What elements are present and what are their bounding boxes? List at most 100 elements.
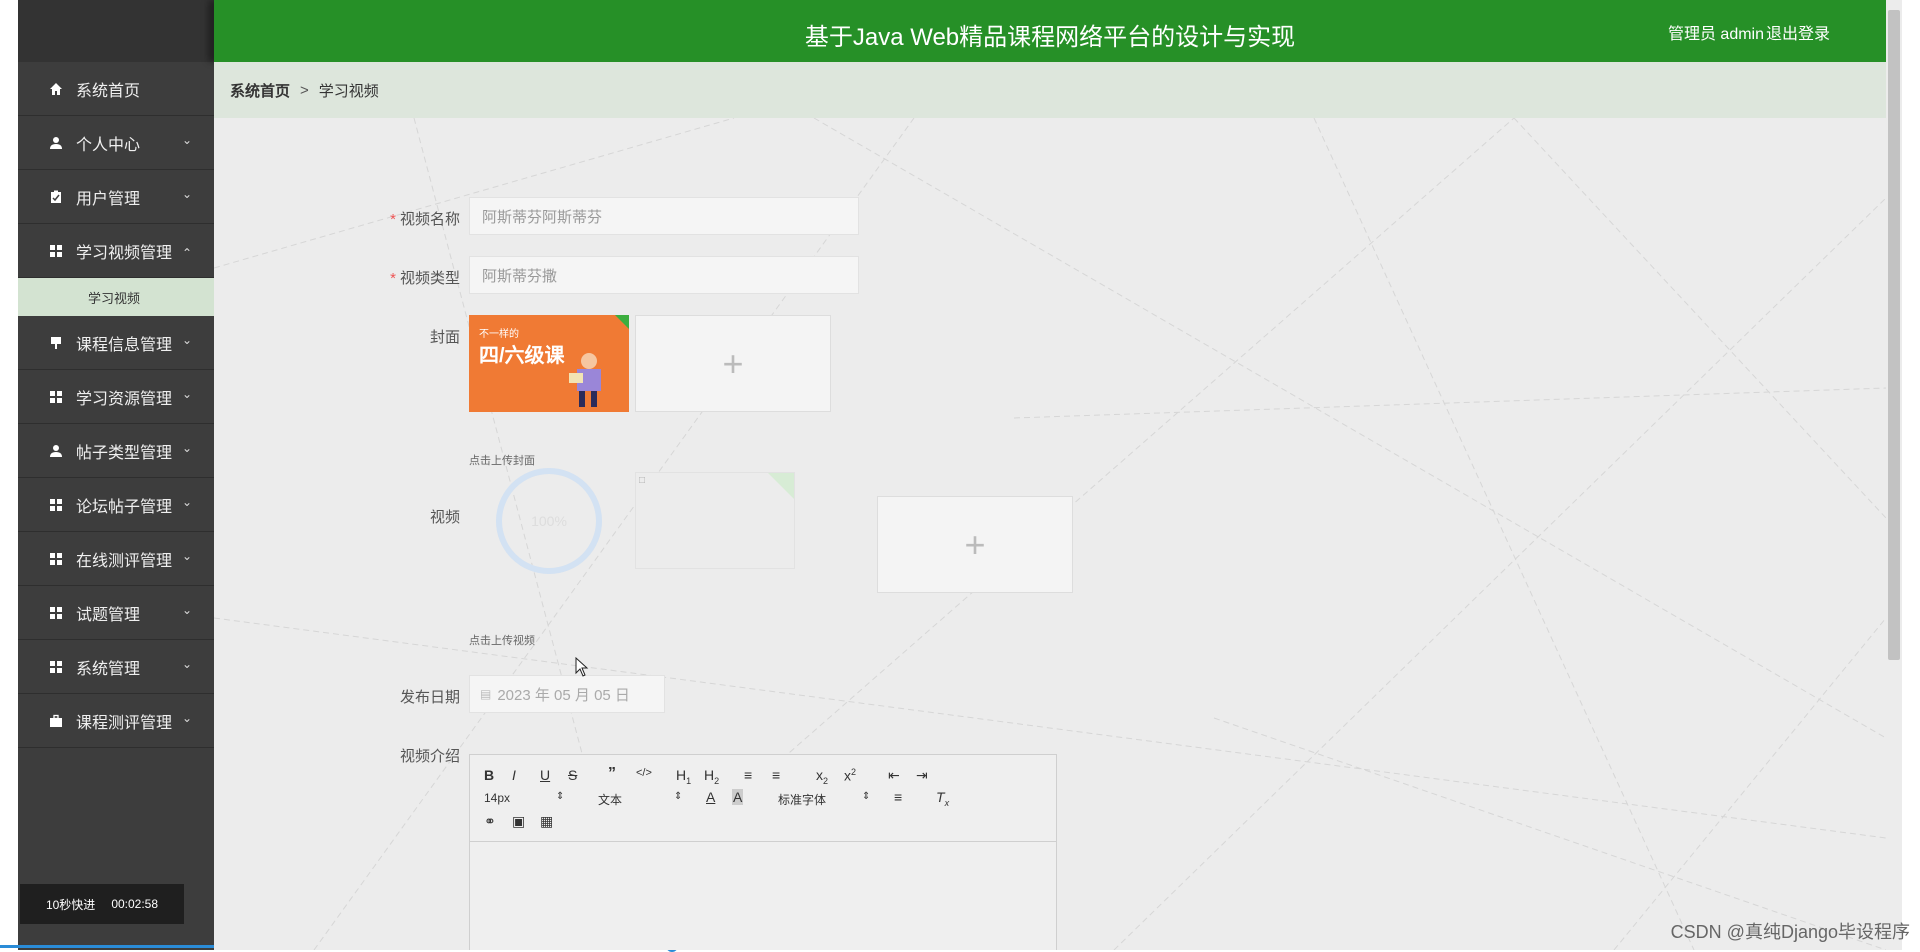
page-scrollbar-thumb[interactable] xyxy=(1888,10,1900,660)
chevron-down-icon: ⌄ xyxy=(181,387,192,401)
watermark: CSDN @真纯Django毕设程序 xyxy=(1670,922,1910,942)
font-family-value: 标准字体 xyxy=(778,793,827,807)
editor-content-area[interactable] xyxy=(470,842,1056,950)
italic-icon[interactable]: I xyxy=(512,767,516,783)
code-block-icon[interactable]: </> xyxy=(636,767,652,779)
chevron-down-icon: ⌄ xyxy=(181,333,192,347)
background-color-icon[interactable]: A xyxy=(732,789,744,805)
video-type-label: * 视频类型 xyxy=(390,270,460,287)
clear-format-icon[interactable]: Tx xyxy=(936,789,949,808)
sidebar-item-home[interactable]: 系统首页 xyxy=(18,62,214,116)
sidebar-item-course-evaluation[interactable]: 课程测评管理 ⌄ xyxy=(18,694,214,748)
cover-label: 封面 xyxy=(429,329,460,346)
sidebar-item-personal-center[interactable]: 个人中心 ⌄ xyxy=(18,116,214,170)
user-icon xyxy=(48,135,64,151)
image-icon[interactable]: ▣ xyxy=(512,813,525,830)
align-icon[interactable]: ≡ xyxy=(894,789,902,805)
sidebar-item-label: 帖子类型管理 xyxy=(76,444,173,462)
sidebar-item-label: 试题管理 xyxy=(76,606,141,624)
sidebar-item-label: 学习视频管理 xyxy=(76,244,173,262)
font-color-icon[interactable]: A xyxy=(706,789,715,805)
sidebar-subitem-label: 学习视频 xyxy=(88,290,141,306)
page-title: 基于Java Web精品课程网络平台的设计与实现 xyxy=(804,24,1296,51)
video-progress-text: 100% xyxy=(531,512,567,529)
publish-date-picker[interactable]: ▤ 2023 年 05 月 05 日 xyxy=(469,675,665,713)
right-edge xyxy=(1902,0,1920,950)
chevron-down-icon: ⌄ xyxy=(181,603,192,617)
chevron-down-icon: ⌄ xyxy=(181,549,192,563)
video-thumbnail[interactable]: □ xyxy=(635,472,795,569)
indent-icon[interactable]: ⇥ xyxy=(916,767,928,784)
sidebar-item-label: 个人中心 xyxy=(76,136,141,154)
playback-time: 00:02:58 xyxy=(111,897,159,911)
grid-icon xyxy=(48,497,64,513)
chevron-down-icon: ⌄ xyxy=(181,711,192,725)
video-name-input[interactable]: 阿斯蒂芬阿斯蒂芬 xyxy=(469,197,859,235)
logout-link[interactable]: 退出登录 xyxy=(1766,20,1830,44)
select-arrow-icon: ⇕ xyxy=(674,791,683,802)
briefcase-icon xyxy=(48,713,64,729)
chevron-down-icon: ⌄ xyxy=(181,441,192,455)
cover-thumbnail[interactable]: 不一样的 四/六级课 xyxy=(469,315,629,412)
block-type-select[interactable]: 文本 ⇕ xyxy=(598,791,682,808)
sidebar-item-label: 在线测评管理 xyxy=(76,552,173,570)
grid-icon xyxy=(48,605,64,621)
plus-icon: + xyxy=(964,523,986,565)
chevron-down-icon: ⌄ xyxy=(181,495,192,509)
sidebar-item-forum-posts[interactable]: 论坛帖子管理 ⌄ xyxy=(18,478,214,532)
left-edge xyxy=(0,0,18,950)
sidebar-item-question-management[interactable]: 试题管理 ⌄ xyxy=(18,586,214,640)
underline-icon[interactable]: U xyxy=(540,767,550,783)
sidebar-subitem-study-video[interactable]: 学习视频 xyxy=(18,278,214,316)
superscript-icon[interactable]: x2 xyxy=(844,767,856,784)
bullet-list-icon[interactable]: ≡ xyxy=(772,767,780,783)
video-upload-button[interactable]: + xyxy=(877,496,1073,593)
chevron-down-icon: ⌄ xyxy=(181,657,192,671)
grid-icon xyxy=(48,243,64,259)
cover-upload-button[interactable]: + xyxy=(635,315,831,412)
thumbnail-corner xyxy=(768,473,794,499)
font-size-select[interactable]: 14px ⇕ xyxy=(484,791,564,805)
skip-forward-button[interactable]: 10秒快进 xyxy=(46,896,95,913)
blockquote-icon[interactable]: ” xyxy=(608,765,616,783)
clipboard-icon xyxy=(48,189,64,205)
sidebar-item-post-type[interactable]: 帖子类型管理 ⌄ xyxy=(18,424,214,478)
sidebar-menu: 系统首页 个人中心 ⌄ 用户管理 ⌄ 学习视频管理 ⌃ 学习视频 课程信息管理 … xyxy=(18,62,214,748)
main-content: * 视频名称 阿斯蒂芬阿斯蒂芬 * 视频类型 阿斯蒂芬撒 封面 不一样的 四/六级课… xyxy=(214,118,1886,950)
font-family-select[interactable]: 标准字体 ⇕ xyxy=(778,791,872,808)
heading-2-icon[interactable]: H2 xyxy=(704,767,719,786)
bold-icon[interactable]: B xyxy=(484,767,494,783)
sidebar-item-system-management[interactable]: 系统管理 ⌄ xyxy=(18,640,214,694)
chevron-down-icon: ⌄ xyxy=(181,133,192,147)
video-icon[interactable]: ▦ xyxy=(540,813,553,830)
publish-date-label: 发布日期 xyxy=(399,689,460,706)
video-type-input[interactable]: 阿斯蒂芬撒 xyxy=(469,256,859,294)
chevron-down-icon: ⌄ xyxy=(181,187,192,201)
breadcrumb-home[interactable]: 系统首页 xyxy=(230,80,290,101)
strikethrough-icon[interactable]: S xyxy=(568,767,577,783)
flag-icon xyxy=(48,335,64,351)
sidebar-item-video-management[interactable]: 学习视频管理 ⌃ xyxy=(18,224,214,278)
sidebar-item-online-evaluation[interactable]: 在线测评管理 ⌄ xyxy=(18,532,214,586)
subscript-icon[interactable]: x2 xyxy=(816,767,828,786)
video-intro-label: 视频介绍 xyxy=(399,748,460,765)
sidebar-item-course-info[interactable]: 课程信息管理 ⌄ xyxy=(18,316,214,370)
select-arrow-icon: ⇕ xyxy=(556,791,565,802)
player-overlay[interactable]: 10秒快进 00:02:58 xyxy=(20,884,184,924)
outdent-icon[interactable]: ⇤ xyxy=(888,767,900,784)
user-icon xyxy=(48,443,64,459)
link-icon[interactable]: ⚭ xyxy=(484,813,496,830)
sidebar-item-user-management[interactable]: 用户管理 ⌄ xyxy=(18,170,214,224)
breadcrumb-current: 学习视频 xyxy=(318,82,379,100)
ordered-list-icon[interactable]: ≡ xyxy=(744,767,752,783)
grid-icon xyxy=(48,389,64,405)
heading-1-icon[interactable]: H1 xyxy=(676,767,691,786)
top-header: 基于Java Web精品课程网络平台的设计与实现 管理员 admin 退出登录 xyxy=(214,0,1886,62)
grid-icon xyxy=(48,659,64,675)
plus-icon: + xyxy=(722,342,744,384)
sidebar-item-resource-management[interactable]: 学习资源管理 ⌄ xyxy=(18,370,214,424)
video-upload-progress: 100% xyxy=(469,467,629,574)
block-type-value: 文本 xyxy=(598,793,623,807)
sidebar-item-label: 课程信息管理 xyxy=(76,336,173,354)
rich-text-editor: B I U S ” </> H1 H2 ≡ ≡ x2 x2 ⇤ ⇥ 14px ⇕ … xyxy=(469,754,1057,950)
